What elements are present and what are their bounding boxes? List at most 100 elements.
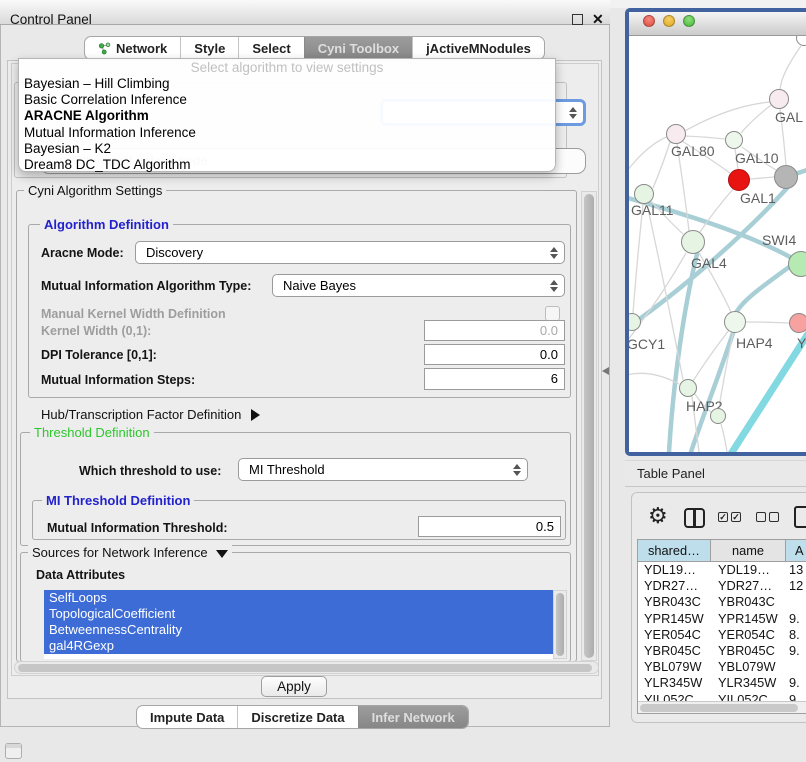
tab-jactivemnodules[interactable]: jActiveMNodules — [412, 37, 544, 59]
algorithm-option-aracne-algorithm[interactable]: ARACNE Algorithm — [19, 108, 555, 124]
network-node-gal1[interactable] — [728, 169, 750, 191]
table-cell: YLR345W — [644, 675, 702, 691]
node-table: shared… name A YDL19…YDL19…13YDR27…YDR27… — [637, 539, 806, 714]
manual-kernel-checkbox[interactable] — [545, 306, 560, 321]
algorithm-option-basic-correlation-inference[interactable]: Basic Correlation Inference — [19, 92, 555, 108]
tab-network[interactable]: Network — [85, 37, 180, 59]
table-cell: YLR345W — [718, 675, 776, 691]
hub-definition-toggle[interactable]: Hub/Transcription Factor Definition — [41, 407, 260, 422]
desktop: Control Panel ✕ NetworkStyleSelectCyni T… — [0, 0, 806, 762]
tab-label: Style — [194, 41, 225, 56]
table-row[interactable]: YDL19…YDL19…13 — [638, 562, 806, 578]
network-node-gal4[interactable] — [681, 230, 705, 254]
float-window-icon[interactable] — [572, 14, 583, 25]
tab-infer-network[interactable]: Infer Network — [358, 706, 468, 728]
table-horizontal-scrollbar[interactable] — [638, 701, 806, 714]
node-label: GAL1 — [740, 190, 776, 206]
settings-horizontal-scrollbar[interactable] — [14, 661, 599, 674]
network-node[interactable] — [774, 165, 798, 189]
combo-arrows-icon — [513, 464, 521, 476]
column-header-name[interactable]: name — [711, 540, 786, 562]
data-attribute-item[interactable]: SelfLoops — [44, 590, 553, 606]
tab-select[interactable]: Select — [238, 37, 303, 59]
algorithm-option-bayesian-hill-climbing[interactable]: Bayesian – Hill Climbing — [19, 76, 555, 92]
algorithm-option-bayesian-k2[interactable]: Bayesian – K2 — [19, 141, 555, 157]
select-all-columns-icon[interactable]: ✓ — [731, 512, 741, 522]
table-row[interactable]: YER054CYER054C8. — [638, 627, 806, 643]
columns-icon[interactable] — [684, 508, 705, 528]
mi-threshold-field[interactable]: 0.5 — [418, 516, 561, 537]
table-cell: 8. — [789, 627, 800, 643]
network-node-hap2[interactable] — [679, 379, 697, 397]
table-cell: YBR045C — [644, 643, 701, 659]
data-attribute-item[interactable]: gal4RGexp — [44, 638, 553, 654]
column-header-clipped[interactable]: A — [786, 540, 806, 562]
aracne-mode-combobox[interactable]: Discovery — [135, 241, 565, 264]
table-file-icon[interactable] — [794, 506, 806, 528]
attributes-list-scrollbar[interactable] — [553, 590, 567, 659]
select-all-columns-icon[interactable]: ✓ — [718, 512, 728, 522]
network-node-gal[interactable] — [769, 89, 789, 109]
data-attribute-item[interactable]: TopologicalCoefficient — [44, 606, 553, 622]
which-threshold-value: MI Threshold — [249, 462, 325, 477]
sources-group-title: Sources for Network Inference — [32, 545, 208, 560]
settings-vertical-scrollbar[interactable] — [581, 191, 597, 661]
mi-type-combobox[interactable]: Naive Bayes — [272, 274, 565, 297]
algorithm-definition-title: Algorithm Definition — [40, 217, 173, 232]
network-node-gal11[interactable] — [634, 184, 654, 204]
network-canvas[interactable]: GALGAL80GAL10GAL1GAL11SWI4GAL4GCY1HAP4YH… — [629, 36, 806, 452]
table-row[interactable]: YBL079WYBL079W — [638, 659, 806, 675]
close-traffic-light-icon[interactable] — [643, 15, 655, 27]
which-threshold-combobox[interactable]: MI Threshold — [238, 458, 528, 481]
cyni-bottom-tabbar: Impute DataDiscretize DataInfer Network — [136, 705, 469, 729]
algorithm-option-mutual-information-inference[interactable]: Mutual Information Inference — [19, 125, 555, 141]
kernel-width-label: Kernel Width (0,1): — [41, 324, 151, 338]
tab-cyni-toolbox[interactable]: Cyni Toolbox — [304, 37, 412, 59]
node-label: GAL4 — [691, 255, 727, 271]
aracne-mode-value: Discovery — [146, 245, 203, 260]
algorithm-dropdown-popup: Select algorithm to view settings Bayesi… — [18, 58, 556, 172]
mi-threshold-group-title: MI Threshold Definition — [42, 493, 194, 508]
hub-definition-label: Hub/Transcription Factor Definition — [41, 407, 241, 422]
table-row[interactable]: YDR27…YDR27…12 — [638, 578, 806, 594]
dropdown-item-list: Bayesian – Hill ClimbingBasic Correlatio… — [19, 76, 555, 173]
kernel-width-field[interactable]: 0.0 — [424, 320, 565, 341]
table-row[interactable]: YBR045CYBR045C9. — [638, 643, 806, 659]
network-node-y[interactable] — [789, 313, 806, 333]
mi-steps-field[interactable]: 6 — [424, 368, 565, 390]
node-label: GAL11 — [631, 202, 674, 218]
tab-label: jActiveMNodules — [426, 41, 531, 56]
table-cell: 12 — [789, 578, 803, 594]
table-row[interactable]: YPR145WYPR145W9. — [638, 611, 806, 627]
dpi-tolerance-field[interactable]: 0.0 — [424, 344, 565, 365]
data-attribute-item[interactable]: BetweennessCentrality — [44, 622, 553, 638]
network-node-gal10[interactable] — [725, 131, 743, 149]
unselect-all-columns-icon[interactable] — [756, 512, 766, 522]
data-attributes-label: Data Attributes — [36, 568, 125, 582]
table-row[interactable]: YBR043CYBR043C — [638, 594, 806, 610]
unselect-all-columns-icon[interactable] — [769, 512, 779, 522]
algorithm-option-dream8-dc-tdc-algorithm[interactable]: Dream8 DC_TDC Algorithm — [19, 157, 555, 173]
column-header-shared-name[interactable]: shared… — [638, 540, 711, 562]
gear-icon[interactable]: ⚙ — [648, 504, 668, 528]
tab-discretize-data[interactable]: Discretize Data — [237, 706, 357, 728]
table-cell: YBL079W — [644, 659, 702, 675]
tab-style[interactable]: Style — [180, 37, 238, 59]
mi-type-label: Mutual Information Algorithm Type: — [41, 279, 251, 293]
network-node-gal80[interactable] — [666, 124, 686, 144]
table-row[interactable]: YLR345WYLR345W9. — [638, 675, 806, 691]
tab-label: Cyni Toolbox — [318, 41, 399, 56]
close-window-icon[interactable]: ✕ — [592, 11, 604, 28]
network-window-titlebar[interactable] — [629, 12, 806, 36]
network-node[interactable] — [710, 408, 726, 424]
sources-group-toggle[interactable]: Sources for Network Inference — [28, 545, 232, 560]
panel-resize-grip[interactable] — [602, 367, 609, 375]
minimized-panel-icon[interactable] — [5, 743, 22, 759]
apply-button[interactable]: Apply — [261, 676, 327, 697]
tab-impute-data[interactable]: Impute Data — [137, 706, 237, 728]
zoom-traffic-light-icon[interactable] — [683, 15, 695, 27]
mi-threshold-label: Mutual Information Threshold: — [47, 521, 228, 535]
table-cell: YER054C — [644, 627, 701, 643]
network-node-hap4[interactable] — [724, 311, 746, 333]
minimize-traffic-light-icon[interactable] — [663, 15, 675, 27]
